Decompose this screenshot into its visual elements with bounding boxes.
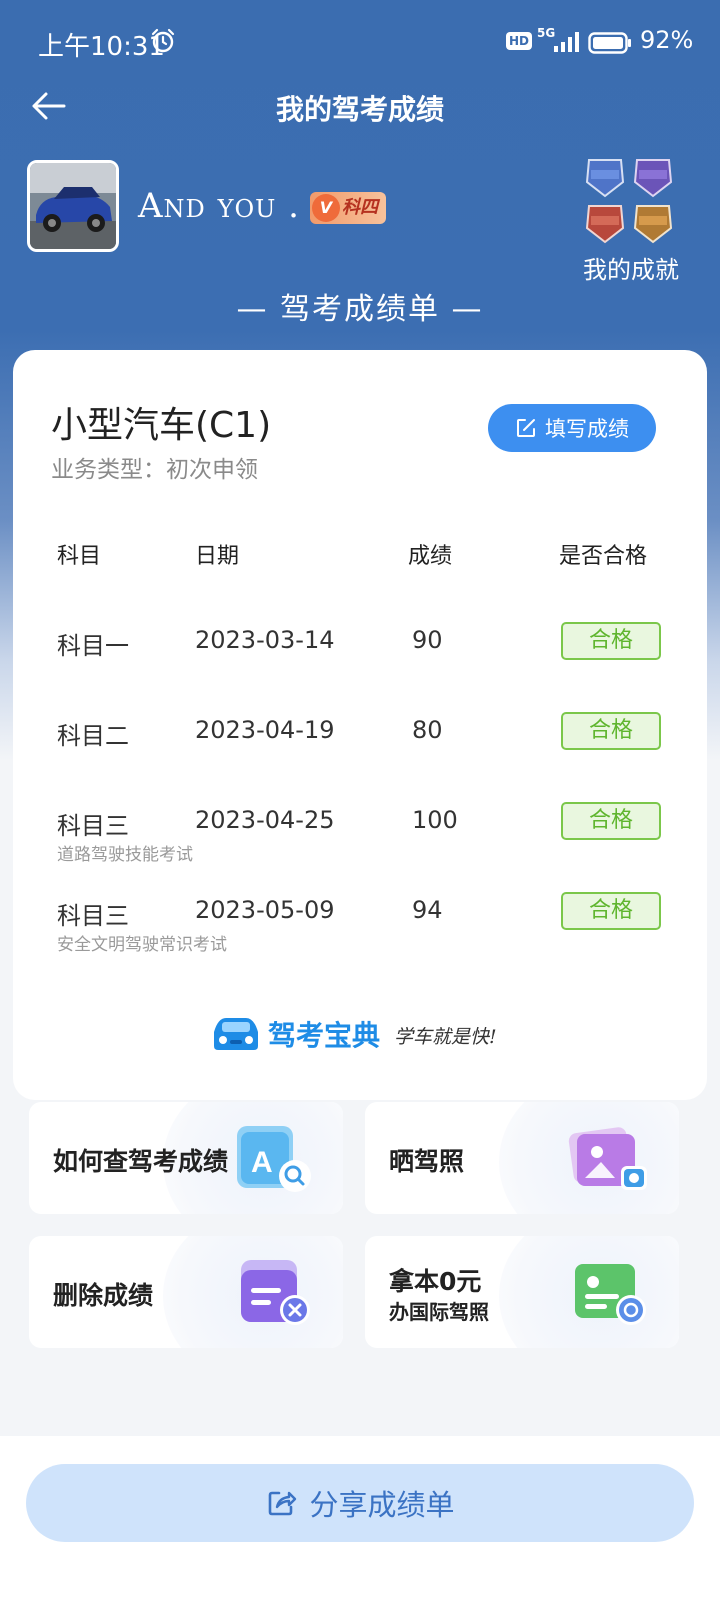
business-type: 业务类型：初次申领 [51,457,258,483]
column-header-date: 日期 [195,544,240,569]
photo-camera-icon [568,1127,647,1190]
achievements-label[interactable]: 我的成就 [583,250,693,285]
page-title: 我的驾考成绩 [275,93,444,126]
row-subject: 科目一 [57,632,129,660]
brand-name: 驾考宝典 [268,1019,381,1052]
tile-label: 如何查驾考成绩 [53,1147,229,1176]
status-time: 上午10:31 [38,32,165,62]
fill-score-button[interactable]: 填写成绩 [488,404,656,452]
score-sheet-title: — 驾考成绩单 — [236,292,484,327]
edit-icon [517,419,535,437]
medal-red-icon [585,205,625,244]
row-date: 2023-05-09 [195,896,335,924]
pass-status-tag: 合格 [561,892,661,930]
share-score-button[interactable]: 分享成绩单 [26,1464,694,1542]
level-badge: V 科四 [310,192,386,224]
column-header-pass: 是否合格 [559,544,648,569]
row-score: 94 [412,896,443,924]
username: And you . [138,186,300,226]
car-type: 小型汽车(C1) [51,405,272,446]
pass-status-tag: 合格 [561,712,661,750]
medal-blue-icon [585,159,625,198]
row-subject: 科目二 [57,722,129,750]
row-subject: 科目三 [57,812,129,840]
avatar-car-photo [30,163,116,249]
battery-percent: 92% [640,26,694,54]
status-bar: 上午10:31 HD 5G 92% [0,0,720,84]
id-card-globe-icon [575,1264,646,1325]
row-score: 90 [412,626,443,654]
fill-score-label: 填写成绩 [545,417,629,441]
column-header-subject: 科目 [57,544,102,569]
level-badge-label: 科四 [342,197,378,218]
brand-logo: 驾考宝典 学车就是快! [208,1008,528,1056]
row-score: 80 [412,716,443,744]
how-to-query-tile[interactable]: 如何查驾考成绩 A [29,1102,343,1214]
pass-status-tag: 合格 [561,802,661,840]
row-date: 2023-04-19 [195,716,335,744]
column-header-score: 成绩 [408,544,453,569]
share-button-label: 分享成绩单 [309,1488,455,1522]
row-note: 安全文明驾驶常识考试 [57,935,227,955]
vip-v-icon: V [312,194,340,222]
tile-label: 晒驾照 [389,1147,465,1176]
row-subject: 科目三 [57,902,129,930]
medal-purple-icon [633,159,673,198]
row-date: 2023-04-25 [195,806,335,834]
delete-score-tile[interactable]: 删除成绩 [29,1236,343,1348]
share-icon [269,1491,297,1516]
tile-sublabel: 办国际驾照 [389,1300,489,1324]
signal-icon [554,32,579,52]
tile-label: 拿本0元 [389,1267,482,1296]
international-license-tile[interactable]: 拿本0元 办国际驾照 [365,1236,679,1348]
alarm-icon [151,28,175,53]
pass-status-tag: 合格 [561,622,661,660]
svg-text:A: A [251,1146,273,1179]
brand-slogan: 学车就是快! [394,1026,497,1048]
document-search-icon: A [237,1126,311,1192]
avatar[interactable] [27,160,119,252]
score-card: 小型汽车(C1) 业务类型：初次申领 填写成绩 科目 日期 成绩 是否合格 科目… [13,350,707,1100]
row-date: 2023-03-14 [195,626,335,654]
car-logo-icon [214,1018,258,1050]
document-delete-icon [241,1260,310,1325]
medal-gold-icon [633,205,673,244]
battery-icon [588,32,631,54]
row-score: 100 [412,806,458,834]
hd-badge: HD [506,32,533,50]
tile-label: 删除成绩 [53,1281,154,1310]
bottom-bar: 分享成绩单 [0,1436,720,1600]
row-note: 道路驾驶技能考试 [57,845,193,865]
show-license-tile[interactable]: 晒驾照 [365,1102,679,1214]
